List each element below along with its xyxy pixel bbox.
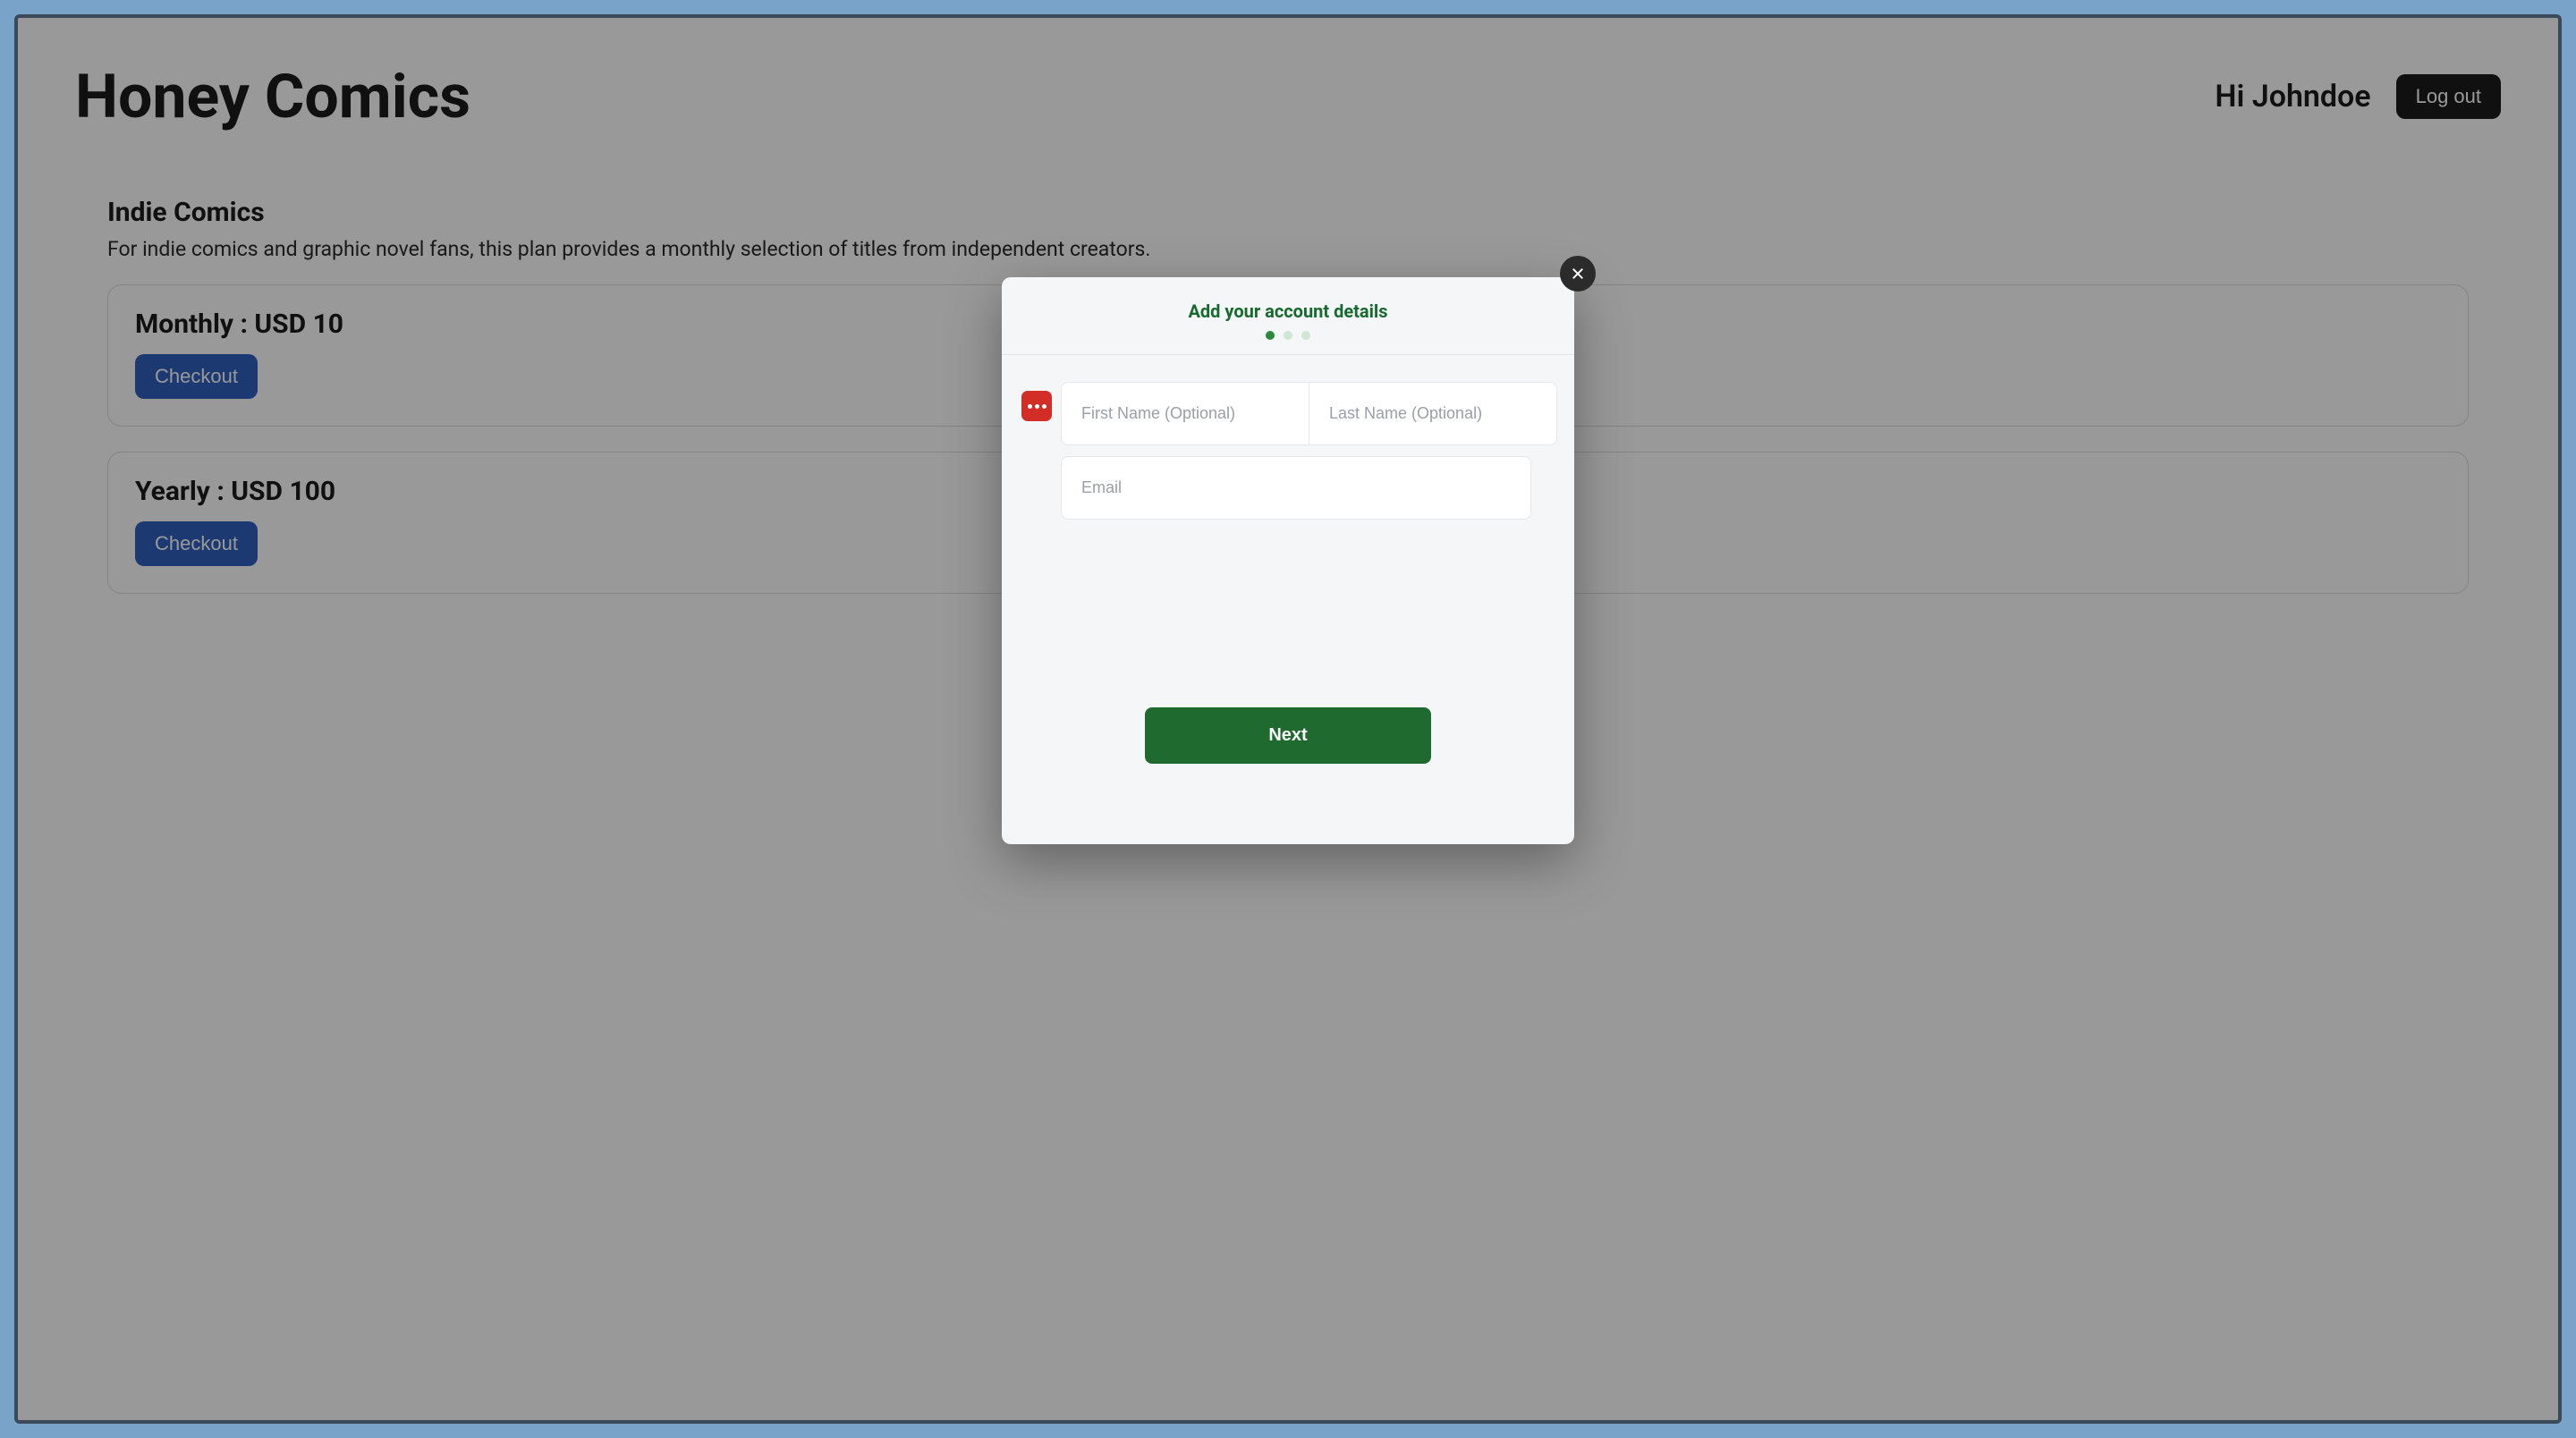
modal-body <box>1002 355 1574 707</box>
last-name-input[interactable] <box>1309 382 1557 445</box>
modal-footer: Next <box>1002 707 1574 844</box>
step-dot-2 <box>1284 331 1292 340</box>
password-manager-icon[interactable] <box>1021 391 1052 421</box>
email-field-row <box>1061 456 1531 520</box>
step-dot-1 <box>1266 331 1275 340</box>
close-icon <box>1571 266 1585 281</box>
step-indicator <box>1020 331 1556 340</box>
next-button[interactable]: Next <box>1145 707 1431 764</box>
email-input[interactable] <box>1061 456 1531 520</box>
name-fields-row <box>1061 382 1531 445</box>
account-details-modal: Add your account details <box>1002 277 1574 844</box>
modal-header: Add your account details <box>1002 277 1574 355</box>
step-dot-3 <box>1301 331 1310 340</box>
modal-close-button[interactable] <box>1560 256 1596 292</box>
app-window: Honey Comics Hi Johndoe Log out Indie Co… <box>14 14 2562 1424</box>
modal-title: Add your account details <box>1020 300 1556 322</box>
first-name-input[interactable] <box>1061 382 1309 445</box>
modal-overlay[interactable]: Add your account details <box>18 18 2558 1420</box>
